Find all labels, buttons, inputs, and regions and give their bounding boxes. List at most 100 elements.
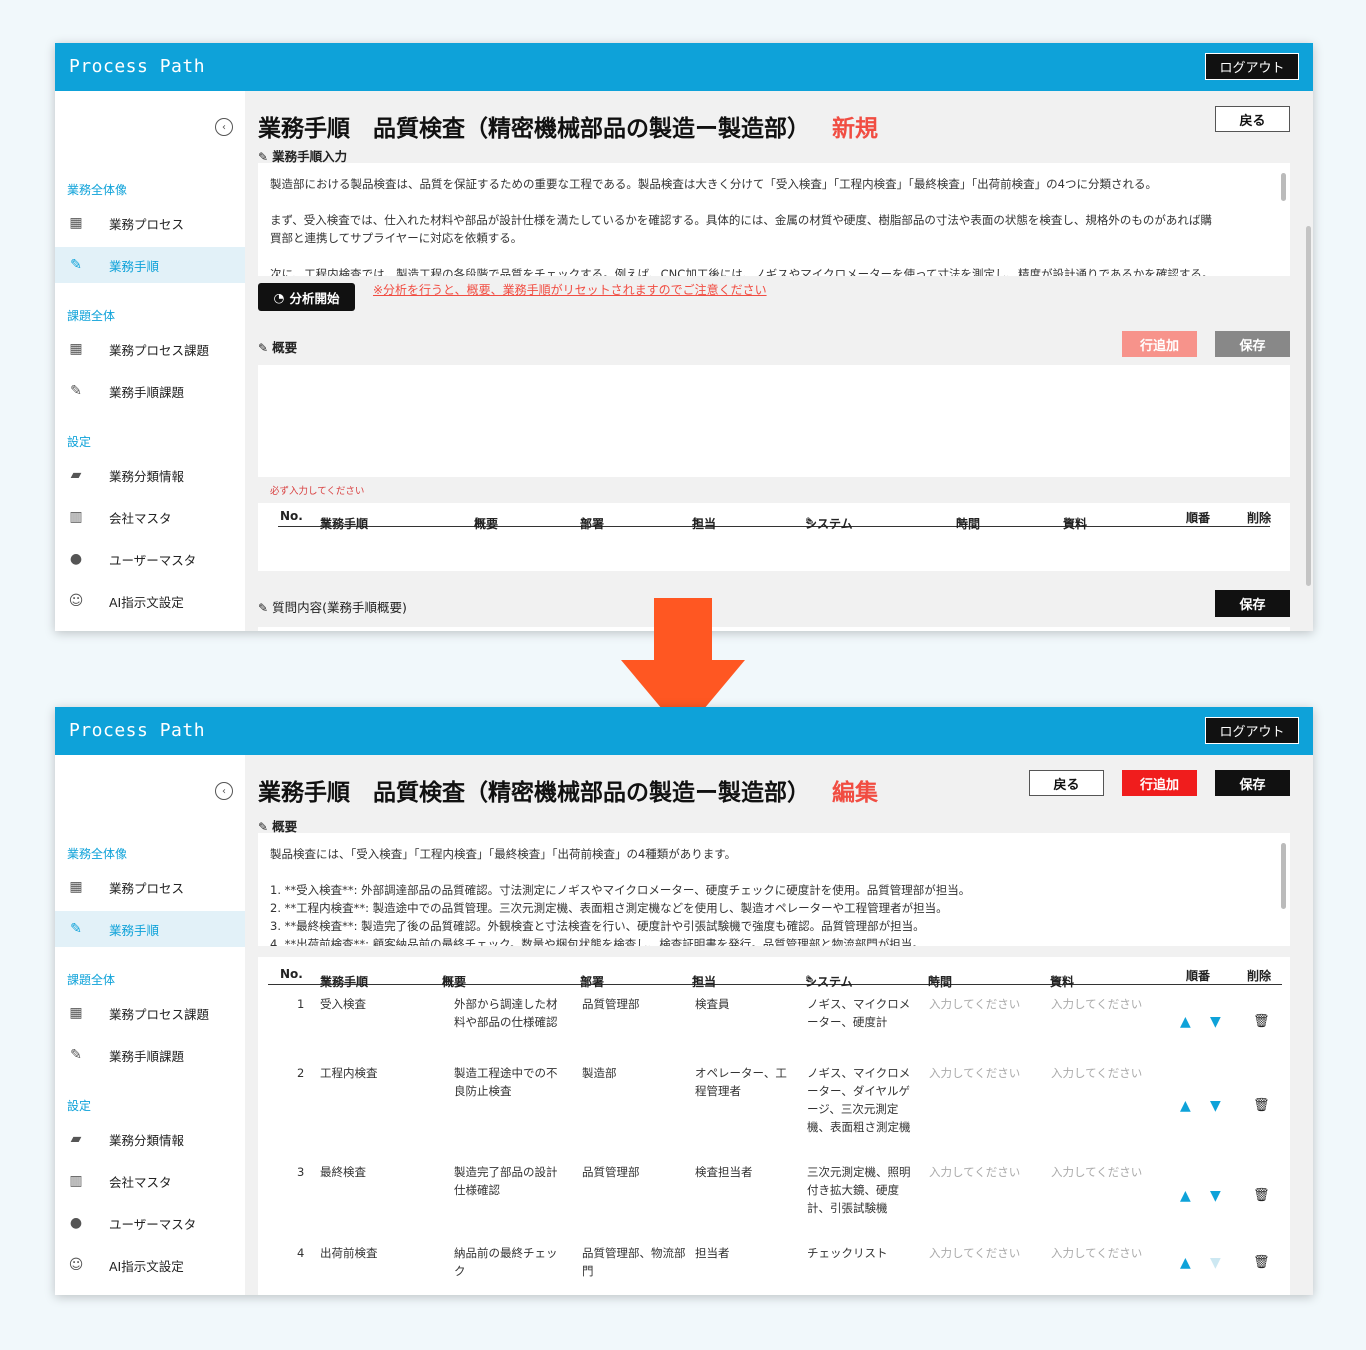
section-settings: 設定 (67, 1099, 92, 1113)
page-scrollbar[interactable] (1306, 226, 1311, 586)
sidebar-item-process[interactable]: ▦ 業務プロセス (55, 205, 245, 241)
sidebar-item-procedure-issue[interactable]: ✎ 業務手順課題 (55, 373, 245, 409)
screenshot-after: Process Path ログアウト ‹ 業務全体像 ▦ 業務プロセス ✎ 業務手順… (55, 707, 1313, 1295)
sidebar-item-process-issue[interactable]: ▦ 業務プロセス課題 (55, 331, 245, 367)
sidebar-item-procedure-issue[interactable]: ✎ 業務手順課題 (55, 1037, 245, 1073)
logout-button[interactable]: ログアウト (1205, 53, 1299, 80)
sidebar: ‹ 業務全体像 ▦ 業務プロセス ✎ 業務手順 課題全体 ▦ 業務プロセス課題 ✎ 業務… (55, 755, 245, 1295)
building-icon: ▥ (69, 1173, 83, 1189)
table-row: 2 工程内検査 製造工程途中での不良防止検査 製造部 オペレーター、工程管理者 … (297, 1066, 1270, 1134)
document-icon: ▦ (69, 215, 83, 231)
sidebar-item-ai[interactable]: ☺ AI指示文設定 (55, 583, 245, 619)
save-button[interactable]: 保存 (1215, 770, 1290, 796)
building-icon: ▥ (69, 509, 83, 525)
add-row-button[interactable]: 行追加 (1122, 331, 1197, 357)
move-up-icon[interactable]: ▲ (1180, 1013, 1191, 1031)
table-header: No. ✎ 業務手順 ✎ 概要 ✎ 部署 ✎ 担当 ✎ システム ✎ 時間 ✎ … (268, 961, 1282, 989)
brain-icon: ◔ (273, 289, 285, 305)
move-down-icon[interactable]: ▼ (1210, 1187, 1221, 1205)
app-logo: Process Path (69, 720, 206, 741)
analyze-button[interactable]: ◔ 分析開始 (258, 283, 355, 311)
summary-label: ✎ 概要 (258, 340, 298, 355)
textarea-scrollbar[interactable] (1281, 843, 1286, 909)
sidebar-item-process-issue[interactable]: ▦ 業務プロセス課題 (55, 995, 245, 1031)
main-content: 業務手順 品質検査（精密機械部品の製造ー製造部） 編集 戻る 行追加 保存 ✎ 概要… (245, 755, 1313, 1295)
procedure-table: No. ✎ 業務手順 ✎ 概要 ✎ 部署 ✎ 担当 ✎ システム ✎ 時間 ✎ … (258, 957, 1290, 1295)
brain-icon: ☺ (68, 1257, 84, 1273)
back-button[interactable]: 戻る (1215, 106, 1290, 132)
move-up-icon[interactable]: ▲ (1180, 1254, 1191, 1272)
collapse-sidebar-icon[interactable]: ‹ (215, 782, 233, 800)
user-icon: ● (69, 1215, 83, 1231)
procedure-table: No. ✎ 業務手順 ✎ 概要 ✎ 部署 ✎ 担当 ✎ システム ✎ 時間 ✎ … (258, 503, 1290, 571)
sidebar-item-user[interactable]: ● ユーザーマスタ (55, 1205, 245, 1241)
question-box[interactable] (258, 627, 1290, 631)
pencil-icon: ✎ (258, 601, 269, 615)
sidebar-item-ai[interactable]: ☺ AI指示文設定 (55, 1247, 245, 1283)
document-icon: ▦ (69, 879, 83, 895)
collapse-sidebar-icon[interactable]: ‹ (215, 118, 233, 136)
section-issues: 課題全体 (67, 973, 116, 987)
trash-icon[interactable]: 🗑 (1253, 1013, 1270, 1031)
table-row: 4 出荷前検査 納品前の最終チェック 品質管理部、物流部門 担当者 チェックリス… (297, 1246, 1270, 1278)
table-header: No. ✎ 業務手順 ✎ 概要 ✎ 部署 ✎ 担当 ✎ システム ✎ 時間 ✎ … (278, 503, 1271, 531)
summary-textarea[interactable]: 製品検査には、「受入検査」「工程内検査」「最終検査」「出荷前検査」の4種類があり… (258, 833, 1290, 946)
page-title: 業務手順 品質検査（精密機械部品の製造ー製造部） 編集 (258, 780, 878, 806)
save-question-button[interactable]: 保存 (1215, 590, 1290, 617)
brain-icon: ☺ (68, 593, 84, 609)
sidebar-item-procedure[interactable]: ✎ 業務手順 (55, 247, 245, 283)
save-button[interactable]: 保存 (1215, 331, 1290, 357)
back-button[interactable]: 戻る (1029, 770, 1104, 796)
analyze-warning[interactable]: ※分析を行うと、概要、業務手順がリセットされますのでご注意ください (373, 281, 767, 298)
sidebar-item-user[interactable]: ● ユーザーマスタ (55, 541, 245, 577)
sidebar-item-process[interactable]: ▦ 業務プロセス (55, 869, 245, 905)
textarea-scrollbar[interactable] (1281, 173, 1286, 201)
pencil-icon: ✎ (258, 150, 269, 164)
edit-document-icon: ✎ (70, 1047, 82, 1063)
summary-box[interactable] (258, 365, 1290, 477)
sidebar: ‹ 業務全体像 ▦ 業務プロセス ✎ 業務手順 課題全体 ▦ 業務プロセス課題 ✎ 業務… (55, 91, 245, 631)
document-icon: ▦ (69, 341, 83, 357)
sidebar-item-category[interactable]: ▰ 業務分類情報 (55, 457, 245, 493)
table-row: 1 受入検査 外部から調達した材料や部品の仕様確認 品質管理部 検査員 ノギス、… (297, 997, 1270, 1031)
question-label: ✎ 質問内容(業務手順概要) (258, 600, 407, 615)
main-content: 業務手順 品質検査（精密機械部品の製造ー製造部） 新規 戻る ✎ 業務手順入力 製造… (245, 91, 1313, 631)
folder-icon: ▰ (70, 1131, 82, 1147)
top-bar: Process Path ログアウト (55, 43, 1313, 91)
edit-document-icon: ✎ (70, 921, 82, 937)
page-title: 業務手順 品質検査（精密機械部品の製造ー製造部） 新規 (258, 116, 878, 142)
app-logo: Process Path (69, 56, 206, 77)
required-message: 必ず入力してください (270, 486, 365, 497)
mode-label: 編集 (832, 780, 878, 806)
user-icon: ● (69, 551, 83, 567)
mode-label: 新規 (832, 116, 878, 142)
sidebar-item-company[interactable]: ▥ 会社マスタ (55, 1163, 245, 1199)
top-bar: Process Path ログアウト (55, 707, 1313, 755)
sidebar-item-category[interactable]: ▰ 業務分類情報 (55, 1121, 245, 1157)
section-issues: 課題全体 (67, 309, 116, 323)
trash-icon[interactable]: 🗑 (1253, 1097, 1270, 1115)
section-settings: 設定 (67, 435, 92, 449)
section-overview: 業務全体像 (67, 183, 128, 197)
logout-button[interactable]: ログアウト (1205, 717, 1299, 744)
move-up-icon[interactable]: ▲ (1180, 1187, 1191, 1205)
edit-document-icon: ✎ (70, 383, 82, 399)
move-down-icon[interactable]: ▼ (1210, 1013, 1221, 1031)
sidebar-item-procedure[interactable]: ✎ 業務手順 (55, 911, 245, 947)
edit-document-icon: ✎ (70, 257, 82, 273)
screenshot-before: Process Path ログアウト ‹ 業務全体像 ▦ 業務プロセス ✎ 業務手順… (55, 43, 1313, 631)
pencil-icon: ✎ (258, 820, 269, 834)
move-down-icon[interactable]: ▼ (1210, 1097, 1221, 1115)
pencil-icon: ✎ (258, 341, 269, 355)
move-up-icon[interactable]: ▲ (1180, 1097, 1191, 1115)
section-overview: 業務全体像 (67, 847, 128, 861)
table-row: 3 最終検査 製造完了部品の設計仕様確認 品質管理部 検査担当者 三次元測定機、… (297, 1165, 1270, 1215)
folder-icon: ▰ (70, 467, 82, 483)
procedure-textarea[interactable]: 製造部における製品検査は、品質を保証するための重要な工程である。製品検査は大きく… (258, 163, 1290, 276)
trash-icon[interactable]: 🗑 (1253, 1187, 1270, 1205)
trash-icon[interactable]: 🗑 (1253, 1254, 1270, 1272)
document-icon: ▦ (69, 1005, 83, 1021)
move-down-icon: ▼ (1210, 1255, 1221, 1271)
add-row-button[interactable]: 行追加 (1122, 770, 1197, 796)
sidebar-item-company[interactable]: ▥ 会社マスタ (55, 499, 245, 535)
